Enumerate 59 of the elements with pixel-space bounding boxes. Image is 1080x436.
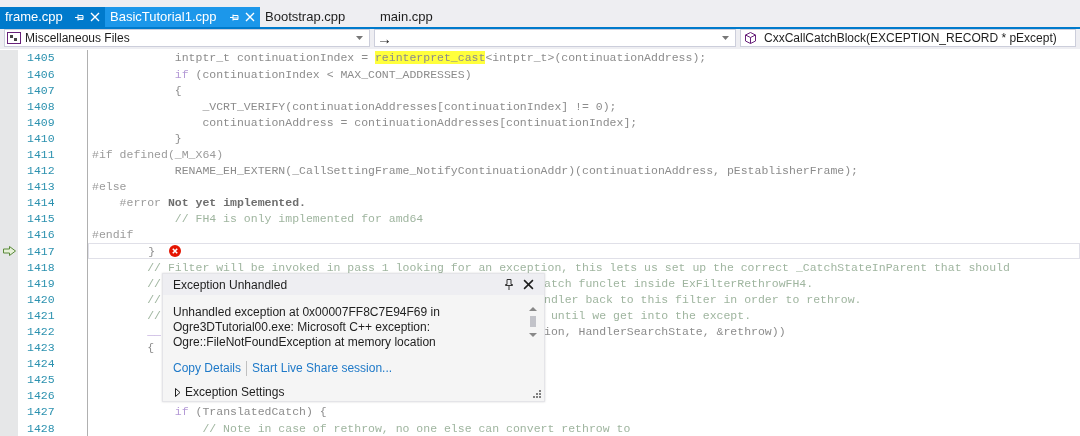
line-number: 1407 [26, 82, 56, 99]
scope-dropdown[interactable]: → [374, 29, 736, 47]
line-number: 1416 [26, 227, 56, 244]
line-number: 1421 [26, 307, 56, 324]
code-line: } [147, 243, 156, 260]
line-number: 1427 [26, 404, 56, 421]
line-number: 1406 [26, 66, 56, 83]
line-number: 1422 [26, 324, 56, 340]
line-number: 1415 [26, 211, 56, 228]
code-line: if (TranslatedCatch) { [173, 404, 327, 421]
line-number: 1409 [26, 114, 56, 131]
code-line: if (continuationIndex < MAX_CONT_ADDRESSES) [173, 66, 472, 83]
line-number: 1424 [26, 356, 56, 373]
live-share-link[interactable]: Start Live Share session... [252, 359, 393, 377]
code-line: atch funclet inside ExFilterRethrowFH4. [544, 275, 814, 292]
code-line: until we get into the except. [549, 307, 752, 324]
code-line: // Note in case of rethrow, no one else can convert rethrow to [201, 420, 631, 436]
code-line: _VCRT_VERIFY(continuationAddresses[continuationIndex] != 0); [201, 98, 617, 115]
code-line: // FH4 is only implemented for amd64 [173, 211, 424, 228]
file-tab[interactable]: main.cpp [375, 7, 485, 27]
code-line: __ [146, 324, 161, 340]
code-line: #endif [92, 227, 134, 244]
code-line: // [146, 275, 161, 292]
project-dropdown[interactable]: Miscellaneous Files [4, 29, 370, 47]
popup-title: Exception Unhandled [173, 276, 289, 294]
line-number: 1425 [26, 372, 56, 389]
line-number: 1413 [26, 179, 56, 196]
line-number: 1411 [26, 147, 56, 163]
line-number: 1410 [26, 130, 56, 147]
code-line: // Filter will be invoked in pass 1 looking for an exception, this lets us set up the correct _CatchStateInParent that should [146, 259, 1010, 276]
member-dropdown[interactable]: CxxCallCatchBlock(EXCEPTION_RECORD * pExcept) [740, 29, 1076, 47]
line-number: 1428 [26, 420, 56, 436]
line-number: 1420 [26, 291, 56, 308]
line-number: 1419 [26, 275, 56, 292]
exception-settings-toggle[interactable]: Exception Settings [163, 377, 544, 401]
code-line: RENAME_EH_EXTERN(_CallSettingFrame_NotifyContinuationAddr)(continuationAddress, pEstablisherFrame); [173, 163, 859, 180]
code-line: { [173, 82, 182, 99]
copy-details-link[interactable]: Copy Details [173, 359, 242, 377]
code-line: #else [92, 179, 127, 196]
line-number: 1408 [26, 98, 56, 115]
code-line: // [146, 307, 161, 324]
code-line: continuationAddress = continuationAddresses[continuationIndex]; [201, 114, 638, 131]
line-number: 1412 [26, 163, 56, 180]
line-number: 1423 [26, 340, 56, 357]
code-line: } [173, 130, 182, 147]
line-number: 1417 [26, 243, 56, 260]
code-line: intptr_t continuationIndex = reinterpret_cast<intptr_t>(continuationAddress); [173, 50, 707, 67]
line-number: 1418 [26, 259, 56, 276]
code-line: ndler back to this filter in order to rethrow. [544, 291, 862, 308]
code-line: ion, HandlerSearchState, &rethrow)) [544, 324, 786, 340]
exception-message: Unhandled exception at 0x00007FF8C7E94F69 in Ogre3DTutorial00.exe: Microsoft C++ exception: Ogre::FileNotFoundException at memory location [173, 305, 441, 350]
code-line: // [146, 291, 161, 308]
line-number: 1405 [26, 50, 56, 67]
file-tab[interactable]: Bootstrap.cpp [260, 7, 375, 27]
line-number: 1414 [26, 195, 56, 212]
code-line: #error Not yet implemented. [118, 195, 306, 212]
line-number: 1426 [26, 388, 56, 405]
code-line: { [146, 340, 155, 357]
code-line: #if defined(_M_X64) [92, 147, 224, 163]
